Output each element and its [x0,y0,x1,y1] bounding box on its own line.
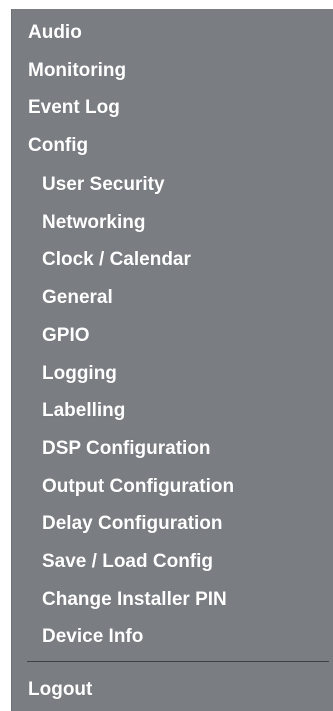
submenu-item-user-security[interactable]: User Security [42,172,165,198]
submenu-item-gpio[interactable]: GPIO [42,323,90,349]
submenu-item-change-installer-pin[interactable]: Change Installer PIN [42,587,227,613]
submenu-item-save-load-config[interactable]: Save / Load Config [42,549,213,575]
menu-item-config[interactable]: Config [28,133,88,159]
menu-divider [27,661,329,662]
menu-item-audio[interactable]: Audio [28,20,82,46]
submenu-item-clock-calendar[interactable]: Clock / Calendar [42,247,191,273]
submenu-item-output-configuration[interactable]: Output Configuration [42,474,234,500]
menu-item-monitoring[interactable]: Monitoring [28,58,126,84]
navigation-menu: Audio Monitoring Event Log Config User S… [11,9,333,711]
submenu-item-general[interactable]: General [42,285,113,311]
menu-item-event-log[interactable]: Event Log [28,95,120,121]
submenu-item-delay-configuration[interactable]: Delay Configuration [42,511,223,537]
submenu-item-labelling[interactable]: Labelling [42,398,125,424]
submenu-item-device-info[interactable]: Device Info [42,624,143,650]
submenu-item-logging[interactable]: Logging [42,361,117,387]
submenu-item-networking[interactable]: Networking [42,210,145,236]
submenu-item-dsp-configuration[interactable]: DSP Configuration [42,436,211,462]
menu-item-logout[interactable]: Logout [28,677,92,703]
